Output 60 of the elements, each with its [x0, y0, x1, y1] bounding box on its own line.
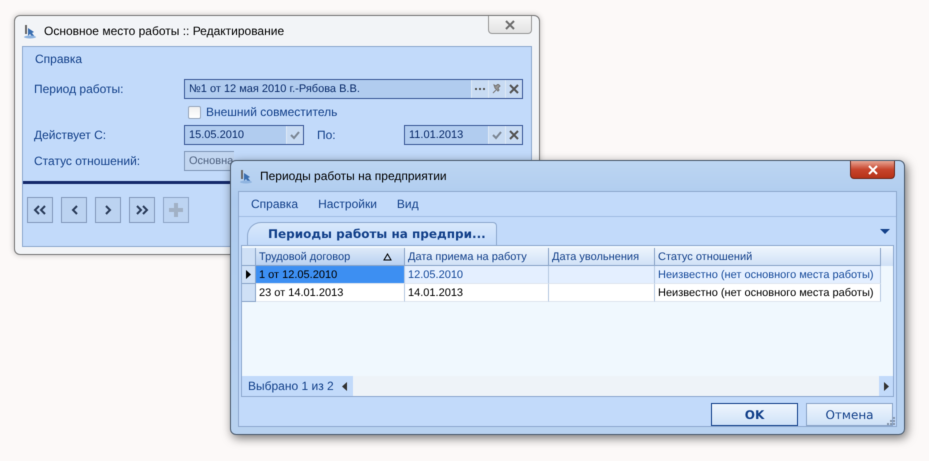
- plus-icon: [168, 202, 184, 218]
- field-label: Статус отношений:: [34, 154, 142, 168]
- nav-button[interactable]: [61, 197, 87, 223]
- current-row-icon: [246, 270, 251, 279]
- nav-button[interactable]: [95, 197, 121, 223]
- sort-icon: [383, 252, 392, 260]
- selection-count: Выбрано 1 из 2: [248, 379, 334, 393]
- field-label: По:: [317, 128, 337, 142]
- close-icon: [509, 130, 519, 140]
- nav-button[interactable]: [27, 197, 53, 223]
- table-cell: Неизвестно (нет основного места работы): [655, 284, 881, 302]
- chevron-right-icon: [104, 205, 112, 215]
- tab[interactable]: Периоды работы на предпри...: [247, 222, 497, 245]
- window-title: Периоды работы на предприятии: [260, 169, 447, 183]
- dialog-button[interactable]: OK: [711, 403, 798, 426]
- clear-button[interactable]: [505, 126, 522, 144]
- close-button[interactable]: [850, 161, 895, 179]
- row-indicator[interactable]: [242, 266, 256, 284]
- menu-item[interactable]: Настройки: [318, 197, 377, 211]
- menu-item[interactable]: Вид: [396, 197, 419, 211]
- close-icon: [505, 20, 515, 30]
- date-field[interactable]: 15.05.2010: [184, 125, 304, 145]
- status-field[interactable]: Основна: [184, 151, 234, 171]
- close-button[interactable]: [488, 16, 532, 34]
- menu-item[interactable]: Справка: [35, 52, 82, 66]
- menu-item[interactable]: Справка: [251, 197, 298, 211]
- checkbox-label: Внешний совместитель: [206, 105, 338, 119]
- period-field[interactable]: №1 от 12 мая 2010 г.-Рябова В.В.: [184, 79, 523, 99]
- app-icon: [238, 168, 254, 184]
- table-cell: 23 от 14.01.2013: [256, 284, 405, 302]
- date-field[interactable]: 11.01.2013: [404, 125, 523, 145]
- table-cell: 12.05.2010: [405, 266, 549, 284]
- close-icon: [868, 164, 878, 174]
- close-icon: [509, 84, 519, 94]
- app-icon: [22, 23, 38, 39]
- field-label: Период работы:: [34, 82, 125, 96]
- double-chevron-right-icon: [135, 205, 149, 215]
- check-button[interactable]: [488, 126, 505, 144]
- field-label: Действует С:: [34, 128, 108, 142]
- clear-button[interactable]: [505, 80, 522, 98]
- ellipsis-button[interactable]: [471, 80, 488, 98]
- checkbox[interactable]: [188, 106, 201, 118]
- check-icon: [492, 130, 502, 140]
- scroll-left-icon[interactable]: [342, 382, 347, 390]
- double-chevron-left-icon: [33, 205, 47, 215]
- dialog-button[interactable]: Отмена: [806, 403, 893, 426]
- nav-button[interactable]: [129, 197, 155, 223]
- pin-icon: [492, 84, 502, 94]
- window-title: Основное место работы :: Редактирование: [44, 24, 284, 38]
- resize-grip-icon[interactable]: [885, 415, 895, 425]
- dropdown-arrow-icon[interactable]: [880, 229, 890, 234]
- check-button[interactable]: [286, 126, 303, 144]
- chevron-left-icon: [70, 205, 78, 215]
- scroll-right-icon[interactable]: [884, 382, 888, 390]
- table-cell: 1 от 12.05.2010: [256, 266, 405, 284]
- column-header[interactable]: Трудовой договор: [256, 248, 405, 266]
- check-icon: [290, 130, 300, 140]
- table-cell: Неизвестно (нет основного места работы): [655, 266, 881, 284]
- pin-button[interactable]: [488, 80, 505, 98]
- table-cell: 14.01.2013: [405, 284, 549, 302]
